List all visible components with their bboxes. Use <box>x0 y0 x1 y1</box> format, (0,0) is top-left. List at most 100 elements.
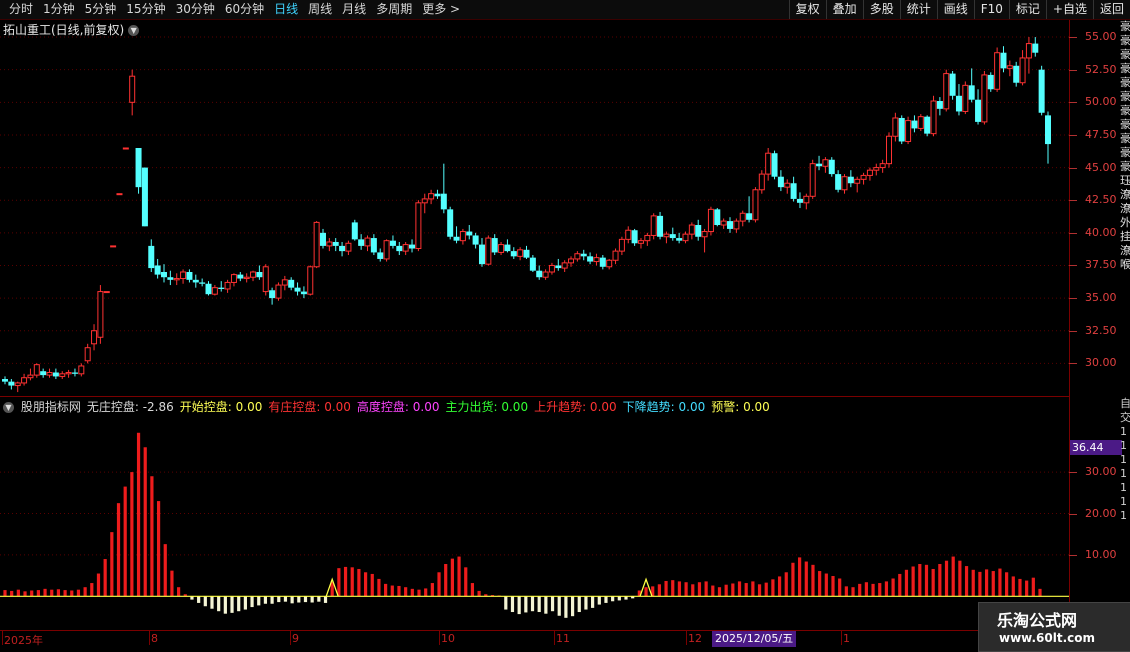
indicator-bar <box>3 590 7 597</box>
candle-body <box>300 291 307 295</box>
candle-body <box>561 262 568 269</box>
indicator-bar <box>584 596 588 610</box>
candle-body <box>180 271 187 280</box>
candle-body <box>650 215 657 236</box>
candle-body <box>103 291 110 294</box>
indicator-bar <box>464 567 468 597</box>
candle-body <box>936 101 943 109</box>
indicator-bar <box>1038 588 1042 597</box>
candle-body <box>593 257 600 263</box>
watermark-title: 乐淘公式网 <box>997 611 1078 630</box>
price-tick-label: 32.50 <box>1085 323 1117 337</box>
indicator-bar <box>123 486 127 597</box>
timeline-tick <box>439 631 440 645</box>
candle-body <box>612 250 619 261</box>
candle-body <box>695 225 702 237</box>
timeline-axis: 2025年 8 9 10 11 12 1 <box>0 631 1000 650</box>
candle-body <box>250 271 257 278</box>
candle-body <box>319 232 326 246</box>
candle-body <box>59 373 66 377</box>
indicator-bar <box>303 596 308 603</box>
candle-body <box>428 193 435 200</box>
candle-body <box>1025 43 1032 59</box>
timeline-label: 12 <box>688 632 702 645</box>
candle-body <box>618 238 625 252</box>
indicator-bar <box>918 564 922 597</box>
timeline-label: 10 <box>441 632 455 645</box>
candle-body <box>339 245 346 252</box>
candle-body <box>192 279 199 283</box>
indicator-bar <box>958 560 962 597</box>
indicator-bar <box>951 556 955 597</box>
candle-body <box>548 264 555 273</box>
price-tick-label: 50.00 <box>1085 95 1117 109</box>
candle-body <box>129 75 136 103</box>
candle-body <box>574 253 581 260</box>
indicator-bar <box>76 589 81 597</box>
indicator-bar <box>170 570 174 597</box>
indicator-bar <box>323 596 328 603</box>
timeline-label: 1 <box>843 632 850 645</box>
indicator-bar <box>384 583 388 597</box>
candle-body <box>383 240 390 260</box>
indicator-bar <box>898 573 902 597</box>
indicator-bar <box>871 583 875 597</box>
indicator-tick-mark <box>1069 554 1077 556</box>
indicator-bar <box>297 596 301 603</box>
price-tick-mark <box>1069 363 1077 365</box>
indicator-bar <box>404 587 408 597</box>
candle-body <box>65 372 72 375</box>
candle-body <box>606 259 613 268</box>
price-tick-label: 45.00 <box>1085 160 1117 174</box>
indicator-bar <box>717 587 722 597</box>
candle-body <box>529 257 536 271</box>
candle-body <box>14 382 21 387</box>
watermark: 乐淘公式网 www.60lt.com <box>978 602 1130 652</box>
candle-body <box>1000 52 1007 69</box>
candle-body <box>478 244 485 265</box>
indicator-bar <box>971 569 975 597</box>
indicator-bar <box>524 596 528 613</box>
candle-body <box>765 152 772 175</box>
pane-divider[interactable] <box>0 396 1070 397</box>
candle-body <box>1045 115 1051 145</box>
candle-body <box>987 74 994 90</box>
candle-body <box>364 237 371 247</box>
indicator-bar <box>884 581 889 597</box>
kline-chart[interactable] <box>0 0 1130 650</box>
indicator-bar <box>357 568 361 597</box>
candle-body <box>21 377 28 384</box>
candle-body <box>91 330 98 345</box>
price-tick-mark <box>1069 200 1077 202</box>
candle-body <box>714 209 721 226</box>
indicator-bar <box>10 590 14 597</box>
candle-body <box>459 231 466 242</box>
candle-body <box>237 274 244 279</box>
indicator-tick-label: 10.00 <box>1085 547 1117 561</box>
timeline-tick <box>149 631 150 645</box>
candle-body <box>631 230 638 244</box>
indicator-bar <box>964 566 969 597</box>
chevron-down-icon[interactable]: ▼ <box>3 402 14 413</box>
indicator-bar <box>350 567 354 597</box>
indicator-bar <box>984 569 989 597</box>
indicator-bar <box>657 584 661 597</box>
timeline-label: 11 <box>556 632 570 645</box>
candle-body <box>676 238 683 241</box>
candle-body <box>71 372 78 374</box>
candle-body <box>262 266 269 293</box>
current-value-box: 36.44 <box>1070 440 1122 455</box>
candle-body <box>866 169 873 176</box>
indicator-bar <box>804 561 808 597</box>
indicator-bar <box>390 585 394 597</box>
indicator-bar <box>537 596 541 613</box>
candle-body <box>110 245 117 248</box>
timeline-label: 2025年 <box>4 634 43 647</box>
candle-body <box>841 176 848 191</box>
candle-body <box>167 277 174 280</box>
indicator-bar <box>931 568 935 597</box>
indicator-bar <box>163 544 167 597</box>
candle-body <box>351 222 358 240</box>
candle-body <box>141 167 148 227</box>
indicator-bar <box>791 562 795 597</box>
